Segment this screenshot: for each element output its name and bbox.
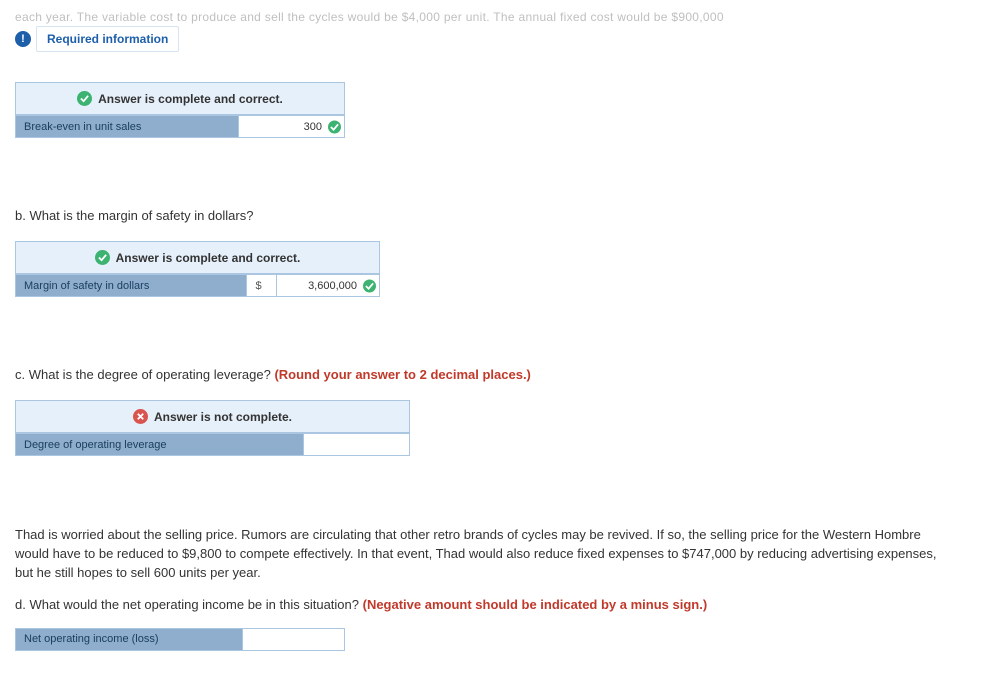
margin-safety-value[interactable]: 3,600,000 bbox=[277, 275, 380, 297]
status-text: Answer is complete and correct. bbox=[98, 92, 283, 106]
operating-leverage-label: Degree of operating leverage bbox=[16, 434, 304, 456]
margin-safety-label: Margin of safety in dollars bbox=[16, 275, 247, 297]
status-complete-correct: Answer is complete and correct. bbox=[15, 82, 345, 115]
answer-table-c: Degree of operating leverage bbox=[15, 433, 410, 456]
info-icon: ! bbox=[15, 31, 31, 47]
break-even-value[interactable]: 300 bbox=[239, 116, 345, 138]
required-info-row: ! Required information bbox=[15, 26, 971, 52]
answer-table-d: Net operating income (loss) bbox=[15, 628, 345, 651]
status-text: Answer is not complete. bbox=[154, 410, 292, 424]
status-complete-correct: Answer is complete and correct. bbox=[15, 241, 380, 274]
required-info-label[interactable]: Required information bbox=[36, 26, 179, 52]
status-not-complete: Answer is not complete. bbox=[15, 400, 410, 433]
question-d: d. What would the net operating income b… bbox=[15, 597, 971, 612]
question-b: b. What is the margin of safety in dolla… bbox=[15, 208, 971, 223]
answer-table-b: Margin of safety in dollars $ 3,600,000 bbox=[15, 274, 380, 297]
currency-symbol: $ bbox=[247, 275, 277, 297]
question-c: c. What is the degree of operating lever… bbox=[15, 367, 971, 382]
net-operating-income-label: Net operating income (loss) bbox=[16, 628, 243, 650]
net-operating-income-input[interactable] bbox=[242, 628, 344, 650]
check-icon bbox=[77, 91, 92, 106]
check-icon bbox=[363, 279, 376, 292]
context-text: each year. The variable cost to produce … bbox=[15, 10, 971, 24]
operating-leverage-input[interactable] bbox=[304, 434, 410, 456]
answer-table-a: Break-even in unit sales 300 bbox=[15, 115, 345, 138]
check-icon bbox=[328, 120, 341, 133]
break-even-label: Break-even in unit sales bbox=[16, 116, 239, 138]
check-icon bbox=[95, 250, 110, 265]
status-text: Answer is complete and correct. bbox=[116, 251, 301, 265]
cross-icon bbox=[133, 409, 148, 424]
scenario-paragraph: Thad is worried about the selling price.… bbox=[15, 526, 955, 583]
